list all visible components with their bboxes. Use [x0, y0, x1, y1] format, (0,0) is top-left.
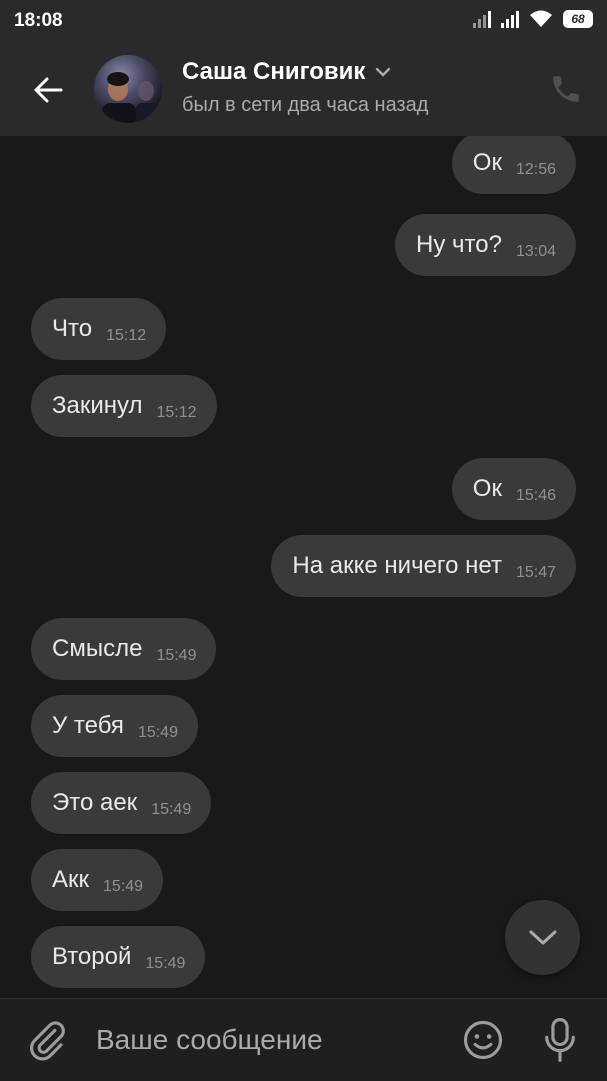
message-time: 15:47: [515, 564, 556, 581]
message-bubble[interactable]: Что 15:12: [31, 298, 167, 360]
message-bubble[interactable]: На акке ничего нет 15:47: [271, 535, 576, 597]
smile-icon[interactable]: [462, 1019, 504, 1061]
back-button[interactable]: [28, 70, 68, 110]
message-input[interactable]: [96, 1017, 436, 1063]
message-bubble[interactable]: Ну что? 13:04: [395, 214, 576, 276]
message-bubble[interactable]: Смысле 15:49: [31, 618, 217, 680]
status-time: 18:08: [14, 10, 63, 31]
message-text: Что: [52, 315, 93, 342]
message-time: 15:49: [145, 955, 186, 972]
message-bubble[interactable]: Ок 12:56: [451, 136, 576, 194]
message-bubble[interactable]: Акк 15:49: [31, 849, 164, 911]
message-text: Смысле: [52, 635, 143, 662]
message-bubble[interactable]: Закинул 15:12: [31, 375, 217, 437]
message-time: 15:46: [515, 487, 556, 504]
message-time: 15:12: [106, 327, 147, 344]
avatar[interactable]: [94, 55, 162, 123]
signal-icon: [473, 10, 491, 28]
phone-icon[interactable]: [549, 72, 583, 106]
message-text: Закинул: [52, 392, 143, 419]
message-time: 12:56: [515, 161, 556, 178]
signal-icon: [501, 10, 519, 28]
message-text: Акк: [52, 866, 90, 893]
message-bubble[interactable]: Второй 15:49: [31, 926, 206, 988]
chevron-down-icon: [529, 930, 556, 944]
message-time: 15:49: [103, 878, 144, 895]
message-bubble[interactable]: Ок 15:46: [451, 458, 576, 520]
message-bubble[interactable]: У тебя 15:49: [31, 695, 198, 757]
message-time: 13:04: [515, 243, 556, 260]
message-composer: [0, 998, 607, 1081]
battery-icon: 68: [563, 10, 593, 28]
message-list[interactable]: Ок 12:56 Ну что? 13:04 Что 15:12 Закинул…: [0, 136, 607, 998]
message-bubble[interactable]: Это аек 15:49: [31, 772, 212, 834]
status-icons: 68: [473, 10, 593, 28]
message-text: На акке ничего нет: [292, 552, 502, 579]
message-time: 15:49: [151, 801, 192, 818]
message-text: Ок: [472, 475, 502, 502]
contact-last-seen: был в сети два часа назад: [182, 94, 429, 116]
message-time: 15:49: [156, 647, 197, 664]
contact-name[interactable]: Саша Сниговик: [182, 58, 391, 86]
message-text: Ок: [472, 149, 502, 176]
chat-header: Саша Сниговик был в сети два часа назад: [0, 44, 607, 136]
message-text: Второй: [52, 943, 132, 970]
microphone-icon[interactable]: [540, 1017, 580, 1063]
message-time: 15:49: [137, 724, 178, 741]
message-text: У тебя: [52, 712, 124, 739]
arrow-left-icon: [34, 77, 63, 103]
wifi-icon: [530, 10, 552, 27]
scroll-to-bottom-button[interactable]: [505, 900, 580, 975]
contact-name-text: Саша Сниговик: [182, 58, 366, 85]
status-bar: 18:08 68: [0, 0, 607, 44]
message-text: Это аек: [52, 789, 138, 816]
chevron-down-icon: [376, 67, 391, 77]
paperclip-icon[interactable]: [26, 1019, 68, 1061]
message-time: 15:12: [156, 404, 197, 421]
message-text: Ну что?: [416, 231, 502, 258]
avatar-photo: [102, 72, 162, 123]
